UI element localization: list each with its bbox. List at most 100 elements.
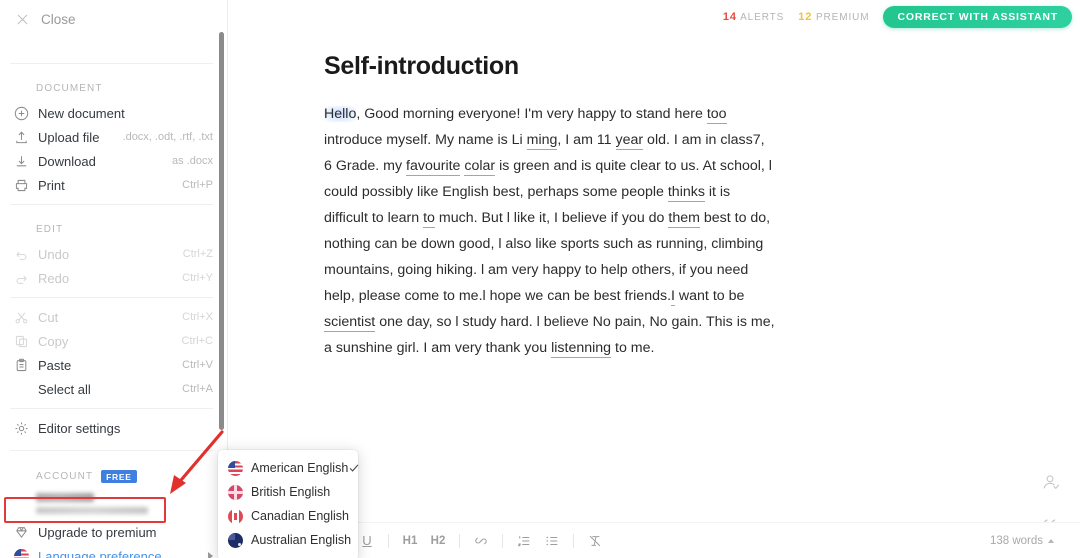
divider — [10, 408, 213, 409]
spelling-error-word[interactable]: them — [668, 210, 700, 228]
sidebar-scrollbar[interactable] — [218, 32, 224, 430]
heading-1-button[interactable]: H1 — [397, 529, 423, 553]
spelling-error-word[interactable]: favourite — [406, 158, 461, 176]
menu-item-redo[interactable]: Redo Ctrl+Y — [0, 266, 227, 290]
close-button[interactable]: Close — [0, 0, 227, 38]
menu-shortcut: Ctrl+Y — [182, 272, 213, 284]
premium-label: PREMIUM — [815, 12, 870, 23]
plus-circle-icon — [10, 102, 32, 124]
spelling-error-word[interactable]: too — [706, 106, 727, 124]
menu-label: Print — [38, 177, 65, 193]
page-title: Self-introduction — [324, 52, 519, 80]
word-count-label: 138 words — [989, 534, 1043, 547]
menu-label: Upgrade to premium — [38, 524, 157, 540]
menu-shortcut: Ctrl+P — [182, 179, 213, 191]
divider — [10, 204, 213, 205]
menu-shortcut: Ctrl+Z — [182, 248, 213, 260]
app-window: Close DOCUMENT New document Upload file … — [0, 0, 1080, 558]
menu-item-select-all[interactable]: Select all Ctrl+A — [0, 377, 227, 401]
menu-item-language-preference[interactable]: Language preference — [0, 544, 227, 558]
menu-item-download[interactable]: Download as .docx — [0, 149, 227, 173]
document-text: introduce myself. My name is Li — [324, 132, 527, 148]
section-label-edit: EDIT — [36, 224, 64, 235]
spelling-error-word[interactable]: to — [423, 210, 435, 228]
chevron-right-icon — [208, 552, 213, 558]
premium-count: 12 — [798, 11, 813, 23]
spelling-error-word[interactable]: colar — [464, 158, 496, 176]
document-text: , I am 11 — [557, 132, 616, 148]
menu-item-upgrade-to-premium[interactable]: Upgrade to premium — [0, 520, 227, 544]
menu-item-paste[interactable]: Paste Ctrl+V — [0, 353, 227, 377]
menu-label: Paste — [38, 357, 72, 373]
gear-icon — [10, 417, 32, 439]
alerts-label: ALERTS — [740, 12, 785, 23]
menu-shortcut: Ctrl+A — [182, 383, 213, 395]
person-icon[interactable] — [1038, 470, 1062, 494]
spelling-error-word[interactable]: scientist — [324, 314, 376, 332]
spelling-error-word[interactable]: ming — [526, 132, 558, 150]
menu-label: New document — [38, 105, 125, 121]
sidebar-scroll-overflow — [0, 38, 227, 56]
divider — [502, 533, 503, 548]
section-label-document: DOCUMENT — [36, 83, 103, 94]
document-editor[interactable]: Self-introduction Hello, Good morning ev… — [228, 34, 1080, 522]
select-all-icon — [10, 378, 32, 400]
menu-item-copy[interactable]: Copy Ctrl+C — [0, 329, 227, 353]
document-text: to me. — [611, 340, 655, 356]
menu-item-undo[interactable]: Undo Ctrl+Z — [0, 242, 227, 266]
menu-label: Copy — [38, 333, 69, 349]
upload-icon — [10, 126, 32, 148]
menu-shortcut: Ctrl+C — [181, 335, 213, 347]
clear-format-icon[interactable] — [582, 529, 608, 553]
language-label: British English — [251, 485, 331, 499]
menu-label: Cut — [38, 309, 59, 325]
cursor-highlight-word: Hello — [324, 106, 357, 122]
spelling-error-word[interactable]: thinks — [667, 184, 705, 202]
menu-label: Upload file — [38, 129, 100, 145]
menu-label: Undo — [38, 246, 70, 262]
numbered-list-icon[interactable] — [511, 529, 537, 553]
menu-item-cut[interactable]: Cut Ctrl+X — [0, 305, 227, 329]
menu-label: Editor settings — [38, 420, 121, 436]
bullet-list-icon[interactable] — [539, 529, 565, 553]
spelling-error-word[interactable]: listenning — [551, 340, 612, 358]
language-option-australian-english[interactable]: Australian English — [218, 528, 358, 552]
status-badge-free: FREE — [101, 470, 137, 483]
document-text: much. But l like it, I believe if you do — [434, 210, 669, 226]
divider — [10, 63, 213, 64]
ca-flag-icon — [228, 508, 243, 524]
language-label: American English — [251, 461, 349, 475]
top-bar: 14 ALERTS 12 PREMIUM CORRECT WITH ASSIST… — [228, 0, 1080, 34]
menu-item-editor-settings[interactable]: Editor settings — [0, 416, 227, 440]
menu-label: Select all — [38, 381, 91, 397]
menu-shortcut: Ctrl+V — [182, 359, 213, 371]
account-user-info — [0, 490, 227, 520]
correct-with-assistant-button[interactable]: CORRECT WITH ASSISTANT — [883, 6, 1072, 28]
section-label-account: ACCOUNT FREE — [0, 458, 227, 490]
heading-2-button[interactable]: H2 — [425, 529, 451, 553]
close-label: Close — [41, 11, 76, 27]
document-body[interactable]: Hello, Good morning everyone! I'm very h… — [324, 101, 776, 361]
premium-counter: 12 PREMIUM — [798, 11, 869, 23]
au-flag-icon — [228, 532, 243, 548]
diamond-icon — [10, 521, 32, 543]
language-option-american-english[interactable]: American English — [218, 456, 359, 480]
language-option-british-english[interactable]: British English — [218, 480, 358, 504]
download-icon — [10, 150, 32, 172]
word-count[interactable]: 138 words — [990, 535, 1054, 547]
menu-shortcut: Ctrl+X — [182, 311, 213, 323]
language-label: Australian English — [251, 533, 352, 547]
menu-item-upload-file[interactable]: Upload file .docx, .odt, .rtf, .txt — [0, 125, 227, 149]
clipboard-icon — [10, 354, 32, 376]
divider — [573, 533, 574, 548]
document-text: one day, so l study hard. l believe No p… — [324, 314, 775, 356]
language-option-canadian-english[interactable]: Canadian English — [218, 504, 358, 528]
copy-icon — [10, 330, 32, 352]
menu-item-new-document[interactable]: New document — [0, 101, 227, 125]
scissors-icon — [10, 306, 32, 328]
spelling-error-word[interactable]: year — [615, 132, 644, 150]
link-icon[interactable] — [468, 529, 494, 553]
us-flag-icon — [228, 460, 243, 476]
menu-item-print[interactable]: Print Ctrl+P — [0, 173, 227, 197]
menu-label: Download — [38, 153, 96, 169]
